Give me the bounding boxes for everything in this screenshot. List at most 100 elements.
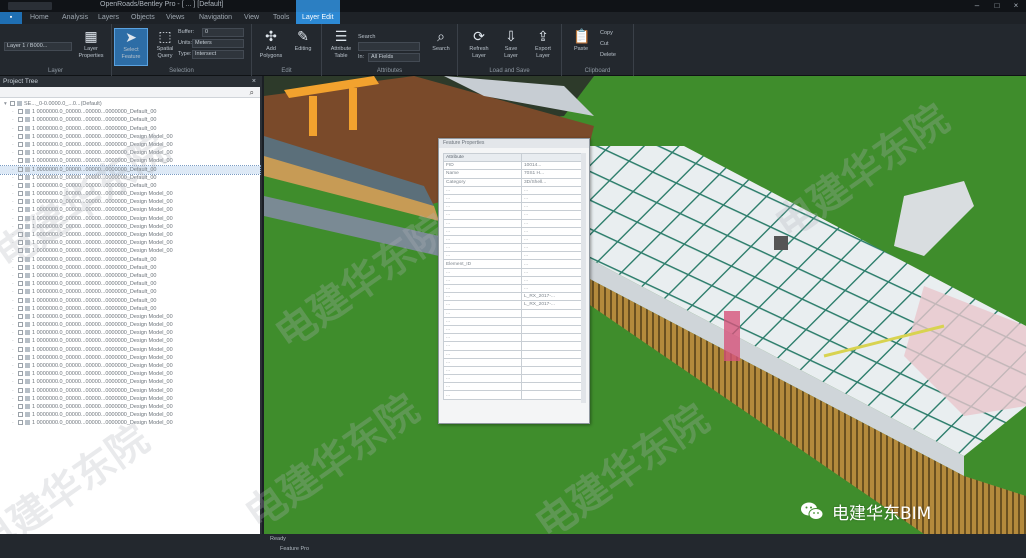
property-value[interactable] (521, 308, 583, 318)
visibility-checkbox[interactable] (18, 403, 23, 409)
search-input[interactable] (358, 42, 420, 51)
visibility-checkbox[interactable] (18, 379, 23, 385)
attribute-table-button[interactable]: ☰ Attribute Table (324, 28, 358, 66)
layer-dropdown[interactable]: Layer 1 / B000... (4, 42, 72, 51)
tree-item[interactable]: ▾ SE..._0-0.0000.0_...0...(Default) (0, 100, 260, 108)
property-value[interactable] (521, 374, 583, 384)
visibility-checkbox[interactable] (18, 133, 23, 139)
spatial-query-button[interactable]: ⬚ Spatial Query (148, 28, 182, 66)
visibility-checkbox[interactable] (18, 191, 23, 197)
property-value[interactable]: ... (521, 234, 583, 245)
visibility-checkbox[interactable] (18, 223, 23, 229)
tree-item[interactable]: · 1 0000000.0_00000...00000...0000000_Def… (0, 174, 260, 182)
property-value[interactable]: ... (521, 202, 583, 212)
visibility-checkbox[interactable] (18, 272, 23, 278)
property-value[interactable]: ... (521, 193, 583, 204)
visibility-checkbox[interactable] (18, 322, 23, 328)
tree-item[interactable]: · 1 0000000.0_00000...00000...0000000_Des… (0, 247, 260, 255)
tab-view[interactable]: View (244, 12, 259, 24)
visibility-checkbox[interactable] (18, 199, 23, 205)
property-value[interactable]: ... (521, 243, 583, 253)
property-value[interactable]: 3D/Shell... (521, 177, 583, 187)
property-value[interactable]: ... (521, 251, 583, 261)
tree-search-input[interactable]: ⌕ (0, 87, 260, 98)
file-menu-button[interactable]: ▪ (0, 12, 22, 24)
layer-properties-button[interactable]: ▦ Layer Properties (74, 28, 108, 66)
tree-item[interactable]: · 1 0000000.0_00000...00000...0000000_Des… (0, 403, 260, 411)
tree-item[interactable]: · 1 0000000.0_00000...00000...0000000_Des… (0, 215, 260, 223)
tab-tools[interactable]: Tools (273, 12, 289, 24)
tree-item[interactable]: · 1 0000000.0_00000...00000...0000000_Def… (0, 125, 260, 133)
export-layer-button[interactable]: ⇪ Export Layer (526, 28, 560, 66)
tree-item[interactable]: · 1 0000000.0_00000...00000...0000000_Des… (0, 395, 260, 403)
visibility-checkbox[interactable] (18, 313, 23, 319)
tree-item[interactable]: · 1 0000000.0_00000...00000...0000000_Des… (0, 337, 260, 345)
tab-layer-edit[interactable]: Layer Edit (296, 12, 340, 24)
property-value[interactable]: ... (521, 185, 583, 195)
visibility-checkbox[interactable] (18, 158, 23, 164)
tree-item[interactable]: · 1 0000000.0_00000...00000...0000000_Def… (0, 288, 260, 296)
refresh-layer-button[interactable]: ⟳ Refresh Layer (462, 28, 496, 66)
tree-item[interactable]: · 1 0000000.0_00000...00000...0000000_Des… (0, 313, 260, 321)
visibility-checkbox[interactable] (18, 297, 23, 303)
paste-button[interactable]: 📋 Paste (564, 28, 598, 66)
editing-button[interactable]: ✎ Editing (286, 28, 320, 66)
visibility-checkbox[interactable] (18, 387, 23, 393)
tree-item[interactable]: · 1 0000000.0_00000...00000...0000000_Def… (0, 272, 260, 280)
tab-layers[interactable]: Layers (98, 12, 119, 24)
property-value[interactable] (521, 382, 583, 392)
visibility-checkbox[interactable] (18, 264, 23, 270)
tree-item[interactable]: · 1 0000000.0_00000...00000...0000000_Des… (0, 346, 260, 354)
property-value[interactable] (521, 324, 583, 335)
status-app-button[interactable]: Feature Pro (280, 546, 309, 552)
tree-item[interactable]: · 1 0000000.0_00000...00000...0000000_Des… (0, 133, 260, 141)
visibility-checkbox[interactable] (18, 363, 23, 368)
buffer-input[interactable]: 0 (202, 28, 244, 37)
visibility-checkbox[interactable] (18, 354, 23, 360)
property-value[interactable] (521, 333, 583, 343)
visibility-checkbox[interactable] (18, 330, 23, 336)
minimize-icon[interactable]: – (968, 1, 986, 11)
visibility-checkbox[interactable] (18, 150, 23, 156)
tree-item[interactable]: · 1 0000000.0_00000...00000...0000000_Def… (0, 264, 260, 272)
visibility-checkbox[interactable] (18, 232, 23, 237)
property-value[interactable] (521, 349, 583, 359)
tree-item[interactable]: · 1 0000000.0_00000...00000...0000000_Des… (0, 141, 260, 149)
tab-home[interactable]: Home (30, 12, 49, 24)
tab-analysis[interactable]: Analysis (62, 12, 88, 24)
tree-item[interactable]: · 1 0000000.0_00000...00000...0000000_Des… (0, 387, 260, 395)
visibility-checkbox[interactable] (18, 305, 23, 311)
tree-item[interactable]: · 1 0000000.0_00000...00000...0000000_Des… (0, 223, 260, 231)
tree-item[interactable]: · 1 0000000.0_00000...00000...0000000_Des… (0, 329, 260, 337)
visibility-checkbox[interactable] (10, 101, 15, 106)
tree-item[interactable]: · 1 0000000.0_00000...00000...0000000_Def… (0, 305, 260, 313)
tree-item[interactable]: · 1 0000000.0_00000...00000...0000000_Def… (0, 108, 260, 116)
delete-button[interactable]: Delete (600, 52, 616, 58)
property-value[interactable]: ... (521, 275, 583, 286)
tree-item[interactable]: · 1 0000000.0_00000...00000...0000000_Def… (0, 164, 261, 175)
visibility-checkbox[interactable] (18, 256, 23, 262)
property-value[interactable] (521, 357, 583, 367)
tree-item[interactable]: · 1 0000000.0_00000...00000...0000000_Def… (0, 297, 260, 305)
search-button[interactable]: ⌕ Search (424, 28, 458, 66)
close-icon[interactable]: × (1007, 1, 1025, 11)
units-dropdown[interactable]: Meters (192, 39, 244, 48)
tree-item[interactable]: · 1 0000000.0_00000...00000...0000000_Des… (0, 231, 260, 239)
tree-item[interactable]: · 1 0000000.0_00000...00000...0000000_Des… (0, 321, 260, 329)
tree-item[interactable]: · 1 0000000.0_00000...00000...0000000_Des… (0, 370, 260, 378)
property-value[interactable]: ... (521, 218, 583, 228)
visibility-checkbox[interactable] (18, 395, 23, 401)
tree-item[interactable]: · 1 0000000.0_00000...00000...0000000_Def… (0, 256, 260, 264)
property-value[interactable]: ... (521, 267, 583, 277)
property-value[interactable]: ... (521, 259, 583, 269)
visibility-checkbox[interactable] (18, 125, 23, 131)
property-value[interactable] (521, 365, 583, 376)
visibility-checkbox[interactable] (18, 338, 23, 344)
tab-navigation[interactable]: Navigation (199, 12, 232, 24)
tree-item[interactable]: · 1 0000000.0_00000...00000...0000000_Des… (0, 419, 260, 427)
select-feature-button[interactable]: ➤ Select Feature (114, 28, 148, 66)
3d-viewport[interactable] (264, 76, 1026, 534)
tree-item[interactable]: · 1 0000000.0_00000...00000...0000000_Des… (0, 198, 260, 206)
property-value[interactable]: ... (521, 226, 583, 236)
tree-item[interactable]: · 1 0000000.0_00000...00000...0000000_Def… (0, 116, 260, 124)
